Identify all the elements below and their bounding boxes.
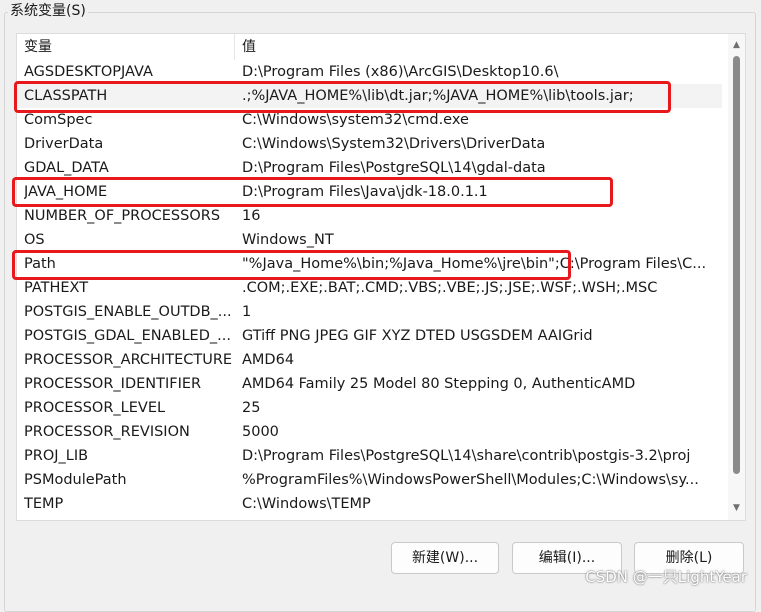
variable-name: PATHEXT (24, 280, 89, 296)
variable-name: DriverData (24, 136, 104, 152)
variable-value: 1 (242, 304, 252, 320)
vertical-scrollbar[interactable]: ▲ ▼ (728, 34, 745, 520)
column-header-variable[interactable]: 变量 (17, 34, 235, 60)
variable-name: AGSDESKTOPJAVA (24, 64, 153, 80)
watermark: CSDN @一只LightYear (585, 568, 747, 586)
scroll-up-arrow-icon[interactable]: ▲ (728, 37, 745, 54)
variable-name: TEMP (24, 496, 64, 512)
variable-name: Path (24, 256, 56, 272)
table-row[interactable]: OS Windows_NT (17, 228, 722, 252)
table-row[interactable]: PROJ_LIB D:\Program Files\PostgreSQL\14\s… (17, 444, 722, 468)
table-row[interactable]: DriverData C:\Windows\System32\Drivers\Dr… (17, 132, 722, 156)
table-row[interactable]: POSTGIS_GDAL_ENABLED_... GTiff PNG JPEG G… (17, 324, 722, 348)
table-row[interactable]: AGSDESKTOPJAVA D:\Program Files (x86)\Arc… (17, 60, 722, 84)
variable-name: PSModulePath (24, 472, 127, 488)
variable-name: GDAL_DATA (24, 160, 109, 176)
table-row[interactable]: NUMBER_OF_PROCESSORS 16 (17, 204, 722, 228)
new-button[interactable]: 新建(W)... (391, 542, 499, 574)
rows-container: AGSDESKTOPJAVA D:\Program Files (x86)\Arc… (17, 60, 722, 516)
variable-value: C:\Windows\System32\Drivers\DriverData (242, 136, 546, 152)
system-variables-list[interactable]: 变量 值 AGSDESKTOPJAVA D:\Program Files (x86… (16, 33, 746, 521)
group-title: 系统变量(S) (8, 0, 88, 22)
variable-value: AMD64 Family 25 Model 80 Stepping 0, Aut… (242, 376, 636, 392)
table-row[interactable]: PROCESSOR_IDENTIFIER AMD64 Family 25 Mode… (17, 372, 722, 396)
variable-value: D:\Program Files\PostgreSQL\14\gdal-data (242, 160, 546, 176)
scrollbar-thumb[interactable] (733, 56, 740, 474)
table-row[interactable]: CLASSPATH .;%JAVA_HOME%\lib\dt.jar;%JAVA_… (17, 84, 722, 108)
scroll-down-arrow-icon[interactable]: ▼ (728, 500, 745, 517)
variable-name: PROCESSOR_IDENTIFIER (24, 376, 202, 392)
table-row[interactable]: PROCESSOR_REVISION 5000 (17, 420, 722, 444)
variable-value: 5000 (242, 424, 279, 440)
table-row[interactable]: ComSpec C:\Windows\system32\cmd.exe (17, 108, 722, 132)
variable-value: AMD64 (242, 352, 295, 368)
variable-name: ComSpec (24, 112, 93, 128)
variable-value: %ProgramFiles%\WindowsPowerShell\Modules… (242, 472, 699, 488)
variable-value: "%Java_Home%\bin;%Java_Home%\jre\bin";C:… (242, 256, 707, 272)
variable-name: POSTGIS_ENABLE_OUTDB_... (24, 304, 232, 320)
variable-name: PROCESSOR_LEVEL (24, 400, 166, 416)
variable-name: NUMBER_OF_PROCESSORS (24, 208, 221, 224)
variable-name: POSTGIS_GDAL_ENABLED_... (24, 328, 231, 344)
variable-name: OS (24, 232, 45, 248)
variable-value: 16 (242, 208, 261, 224)
variable-value: GTiff PNG JPEG GIF XYZ DTED USGSDEM AAIG… (242, 328, 593, 344)
variable-value: C:\Windows\system32\cmd.exe (242, 112, 469, 128)
variable-name: JAVA_HOME (24, 184, 108, 200)
table-row[interactable]: GDAL_DATA D:\Program Files\PostgreSQL\14\… (17, 156, 722, 180)
variable-value: Windows_NT (242, 232, 334, 248)
table-row[interactable]: PATHEXT .COM;.EXE;.BAT;.CMD;.VBS;.VBE;.JS… (17, 276, 722, 300)
variable-value: 25 (242, 400, 261, 416)
variable-value: D:\Program Files\PostgreSQL\14\share\con… (242, 448, 691, 464)
table-row[interactable]: PROCESSOR_ARCHITECTURE AMD64 (17, 348, 722, 372)
variable-name: CLASSPATH (24, 88, 108, 104)
variable-value: D:\Program Files (x86)\ArcGIS\Desktop10.… (242, 64, 559, 80)
table-row[interactable]: PSModulePath %ProgramFiles%\WindowsPowerS… (17, 468, 722, 492)
variable-value: .;%JAVA_HOME%\lib\dt.jar;%JAVA_HOME%\lib… (242, 88, 634, 104)
table-row[interactable]: POSTGIS_ENABLE_OUTDB_... 1 (17, 300, 722, 324)
variable-name: PROJ_LIB (24, 448, 89, 464)
variable-value: D:\Program Files\Java\jdk-18.0.1.1 (242, 184, 488, 200)
table-row[interactable]: Path "%Java_Home%\bin;%Java_Home%\jre\bin… (17, 252, 722, 276)
table-row[interactable]: PROCESSOR_LEVEL 25 (17, 396, 722, 420)
table-row[interactable]: TEMP C:\Windows\TEMP (17, 492, 722, 516)
variable-name: PROCESSOR_ARCHITECTURE (24, 352, 232, 368)
column-header-value[interactable]: 值 (235, 34, 722, 60)
list-header: 变量 值 (17, 34, 722, 60)
table-row[interactable]: JAVA_HOME D:\Program Files\Java\jdk-18.0.… (17, 180, 722, 204)
variable-value: .COM;.EXE;.BAT;.CMD;.VBS;.VBE;.JS;.JSE;.… (242, 280, 658, 296)
variable-value: C:\Windows\TEMP (242, 496, 371, 512)
variable-name: PROCESSOR_REVISION (24, 424, 190, 440)
